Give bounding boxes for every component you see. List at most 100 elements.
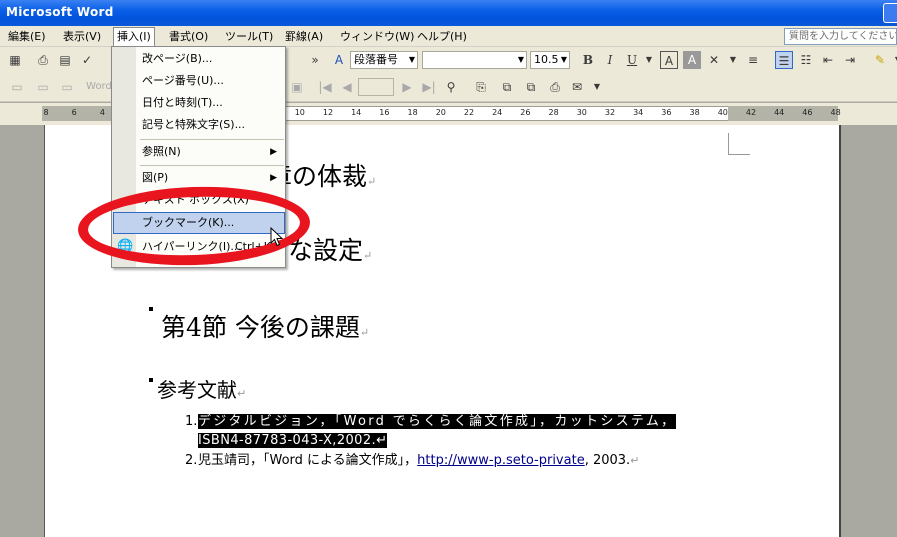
menu-insert[interactable]: 挿入(I) — [113, 27, 155, 47]
text-effects-icon[interactable]: ✕ — [705, 51, 723, 69]
bold-button[interactable]: B — [579, 51, 597, 69]
minimize-button[interactable] — [883, 3, 897, 23]
heading-4: 第4節 今後の課題↵ — [161, 313, 369, 348]
menu-help[interactable]: ヘルプ(H) — [414, 28, 470, 45]
highlight-icon[interactable]: ✎ — [871, 51, 889, 69]
print-icon[interactable]: ⎙ — [34, 51, 52, 69]
first-record-icon[interactable]: |◀ — [316, 78, 334, 96]
ruler-tick-label: 4 — [99, 108, 105, 117]
chevron-down-icon[interactable]: ▼ — [889, 51, 897, 69]
reference-item-1[interactable]: 1.デジタルビジョン，「Word でらくらく論文作成」，カットシステム， — [185, 413, 677, 431]
menu-edit[interactable]: 編集(E) — [5, 28, 49, 45]
ruler-tick-label: 24 — [492, 108, 503, 117]
mouse-pointer-icon — [270, 226, 284, 251]
paragraph-mark: ↵ — [363, 249, 373, 262]
bullets-icon[interactable]: ☷ — [797, 51, 815, 69]
menu-item-label: 図(P) — [142, 171, 169, 184]
reference-text-end: , 2003. — [584, 453, 631, 468]
menu-item-date-time[interactable]: 日付と時刻(T)... — [113, 92, 285, 114]
font-size-combo[interactable]: 10.5 ▼ — [530, 51, 570, 69]
reference-link[interactable]: http://www-p.seto-private — [417, 453, 585, 468]
check-errors-icon[interactable]: ⎘ — [472, 78, 490, 96]
merge-icon[interactable]: ⧉ — [498, 78, 516, 96]
window-title: Microsoft Word — [6, 5, 114, 19]
find-entry-icon[interactable]: ⚲ — [442, 78, 460, 96]
ruler-tick-label: 8 — [43, 108, 49, 117]
heading-3-text: な設定 — [288, 236, 364, 265]
align-center-icon[interactable]: ≡ — [744, 51, 762, 69]
ruler-tick-label: 28 — [548, 108, 559, 117]
ruler-tick-label: 34 — [633, 108, 644, 117]
word-label: Word — [86, 81, 112, 92]
ruler-tick-label: 10 — [294, 108, 305, 117]
menu-format[interactable]: 書式(O) — [166, 28, 211, 45]
heading-4-text: 第4節 今後の課題 — [161, 313, 360, 342]
ruler-tick-label: 26 — [520, 108, 531, 117]
underline-button[interactable]: U — [623, 51, 641, 69]
styles-pane-icon[interactable]: A — [330, 51, 348, 69]
heading-bullet — [149, 378, 153, 382]
reference-item-1-line2[interactable]: ISBN4-87783-043-X,2002.↵ — [198, 432, 387, 450]
chevron-down-icon: ▼ — [408, 55, 415, 64]
character-border-icon[interactable]: A — [660, 51, 678, 69]
spellcheck-icon[interactable]: ✓ — [78, 51, 96, 69]
menu-tools[interactable]: ツール(T) — [222, 28, 276, 45]
heading-bullet — [149, 307, 153, 311]
text-boundary-mark — [728, 133, 750, 155]
frame-icon[interactable]: ▭ — [58, 78, 76, 96]
paragraph-mark: ↵ — [376, 433, 387, 448]
decrease-indent-icon[interactable]: ⇤ — [819, 51, 837, 69]
frame-icon[interactable]: ▭ — [8, 78, 26, 96]
selected-text: デジタルビジョン，「Word でらくらく論文作成」，カットシステム， — [198, 414, 677, 429]
chevron-down-icon[interactable]: ▼ — [588, 78, 606, 96]
ruler-tick-label: 6 — [71, 108, 77, 117]
merge-email-icon[interactable]: ✉ — [568, 78, 586, 96]
reference-item-2[interactable]: 2.児玉靖司，「Word による論文作成」，http://www-p.seto-… — [185, 452, 639, 470]
help-search-input[interactable]: 質問を入力してください — [784, 28, 897, 45]
menu-item-picture[interactable]: 図(P) ▶ — [113, 167, 285, 189]
ruler-tick-label: 36 — [661, 108, 672, 117]
preview-icon[interactable]: ▤ — [56, 51, 74, 69]
menu-item-page-break[interactable]: 改ページ(B)... — [113, 48, 285, 70]
italic-button[interactable]: I — [601, 51, 619, 69]
menu-view[interactable]: 表示(V) — [60, 28, 104, 45]
paragraph-mark: ↵ — [630, 454, 640, 467]
reference-number: 1. — [185, 414, 198, 429]
chevron-down-icon[interactable]: ▼ — [724, 51, 742, 69]
record-field[interactable] — [358, 78, 394, 96]
character-shading-icon[interactable]: A — [683, 51, 701, 69]
menu-item-label: ページ番号(U)... — [142, 74, 224, 87]
menu-item-label: 改ページ(B)... — [142, 52, 213, 65]
font-combo[interactable]: ▼ — [422, 51, 527, 69]
chevron-down-icon: ▼ — [517, 55, 524, 64]
menu-item-symbol[interactable]: 記号と特殊文字(S)... — [113, 114, 285, 136]
style-combo[interactable]: 段落番号 ▼ — [350, 51, 418, 69]
prev-record-icon[interactable]: ◀ — [338, 78, 356, 96]
submenu-arrow-icon: ▶ — [270, 173, 277, 183]
numbering-icon[interactable]: ☰ — [775, 51, 793, 69]
outline-icon[interactable]: ▣ — [288, 78, 306, 96]
merge-print-icon[interactable]: ⎙ — [546, 78, 564, 96]
heading-3: な設定↵ — [288, 236, 372, 271]
ruler-tick-label: 20 — [435, 108, 446, 117]
style-combo-value: 段落番号 — [354, 53, 398, 66]
last-record-icon[interactable]: ▶| — [420, 78, 438, 96]
menu-table[interactable]: 罫線(A) — [282, 28, 326, 45]
increase-indent-icon[interactable]: ⇥ — [841, 51, 859, 69]
menu-item-page-numbers[interactable]: ページ番号(U)... — [113, 70, 285, 92]
menu-window[interactable]: ウィンドウ(W) — [337, 28, 417, 45]
menu-item-reference[interactable]: 参照(N) ▶ — [113, 141, 285, 163]
ruler-tick-label: 32 — [604, 108, 616, 117]
menu-item-label: 記号と特殊文字(S)... — [142, 118, 246, 131]
chevron-down-icon[interactable]: ▼ — [640, 51, 658, 69]
ruler-tick-label: 46 — [802, 108, 813, 117]
research-icon[interactable]: ▦ — [6, 51, 24, 69]
next-record-icon[interactable]: ▶ — [398, 78, 416, 96]
selected-text: ISBN4-87783-043-X,2002. — [198, 433, 377, 448]
toolbar-options-icon[interactable]: » — [306, 51, 324, 69]
ruler-tick-label: 44 — [774, 108, 785, 117]
merge-new-doc-icon[interactable]: ⧉ — [522, 78, 540, 96]
ruler-tick-label: 30 — [576, 108, 587, 117]
frame-icon[interactable]: ▭ — [34, 78, 52, 96]
references-heading: 参考文献↵ — [157, 378, 246, 406]
